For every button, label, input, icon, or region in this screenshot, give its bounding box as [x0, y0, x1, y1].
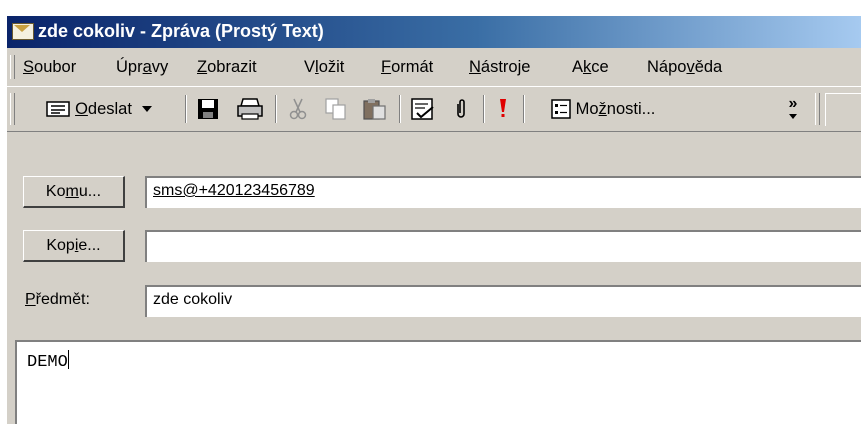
attach-button[interactable] [447, 95, 475, 123]
standard-toolbar: Odeslat Možnosti... » [7, 86, 861, 132]
menu-napoveda[interactable]: Nápověda [647, 58, 722, 77]
menu-bar: Soubor Úpravy Zobrazit Vložit Formát Nás… [7, 52, 861, 82]
copy-button[interactable] [321, 95, 351, 123]
menu-zobrazit[interactable]: Zobrazit [197, 58, 257, 77]
send-button[interactable]: Odeslat [21, 95, 177, 123]
chevron-down-icon [789, 114, 797, 119]
importance-button[interactable] [491, 95, 515, 123]
message-body[interactable]: DEMO [15, 340, 861, 424]
text-caret [67, 350, 69, 369]
copy-icon [325, 98, 346, 120]
options-label: Možnosti... [575, 99, 656, 118]
save-icon [198, 99, 218, 119]
envelope-icon [12, 23, 34, 40]
save-button[interactable] [193, 95, 223, 123]
toolbar-overflow-button[interactable]: » [783, 93, 803, 123]
check-names-button[interactable] [407, 95, 439, 123]
toolbar-grip[interactable] [10, 93, 15, 125]
menubar-grip[interactable] [10, 55, 15, 79]
check-names-icon [411, 98, 434, 120]
cc-button[interactable]: Kop i e... [23, 230, 125, 262]
cc-field[interactable] [145, 230, 861, 262]
toolbar-next-band [825, 93, 861, 126]
title-bar[interactable]: zde cokoliv - Zpráva (Prostý Text) [7, 16, 861, 48]
paste-icon [363, 99, 386, 120]
send-icon [46, 101, 70, 117]
attach-icon [457, 99, 465, 118]
importance-icon [500, 99, 506, 117]
to-button[interactable]: Ko m u... [23, 176, 125, 208]
menu-upravy[interactable]: Úpravy [116, 58, 168, 77]
menu-vlozit[interactable]: Vložit [304, 58, 344, 77]
print-icon [237, 98, 263, 120]
menu-format[interactable]: Formát [381, 58, 433, 77]
paste-button[interactable] [359, 95, 391, 123]
window-title: zde cokoliv - Zpráva (Prostý Text) [38, 21, 324, 41]
cut-button[interactable] [283, 95, 313, 123]
recipient-address[interactable]: sms@+420123456789 [153, 182, 315, 199]
chevron-down-icon[interactable] [141, 106, 152, 112]
message-window: zde cokoliv - Zpráva (Prostý Text) Soubo… [7, 16, 861, 424]
options-icon [550, 99, 571, 119]
options-button[interactable]: Možnosti... [531, 95, 675, 123]
print-button[interactable] [233, 95, 267, 123]
subject-label: Předmět: [25, 291, 90, 308]
subject-field[interactable]: zde cokoliv [145, 285, 861, 317]
menu-akce[interactable]: Akce [572, 58, 609, 77]
menu-soubor[interactable]: Soubor [23, 58, 76, 77]
menu-nastroje[interactable]: Nástroje [469, 58, 530, 77]
overflow-chevron-icon: » [788, 95, 798, 112]
send-label: Odeslat [75, 99, 132, 118]
toolbar-grip-2[interactable] [815, 93, 820, 125]
cut-icon [289, 98, 307, 120]
to-field[interactable]: sms@+420123456789 [145, 176, 861, 208]
